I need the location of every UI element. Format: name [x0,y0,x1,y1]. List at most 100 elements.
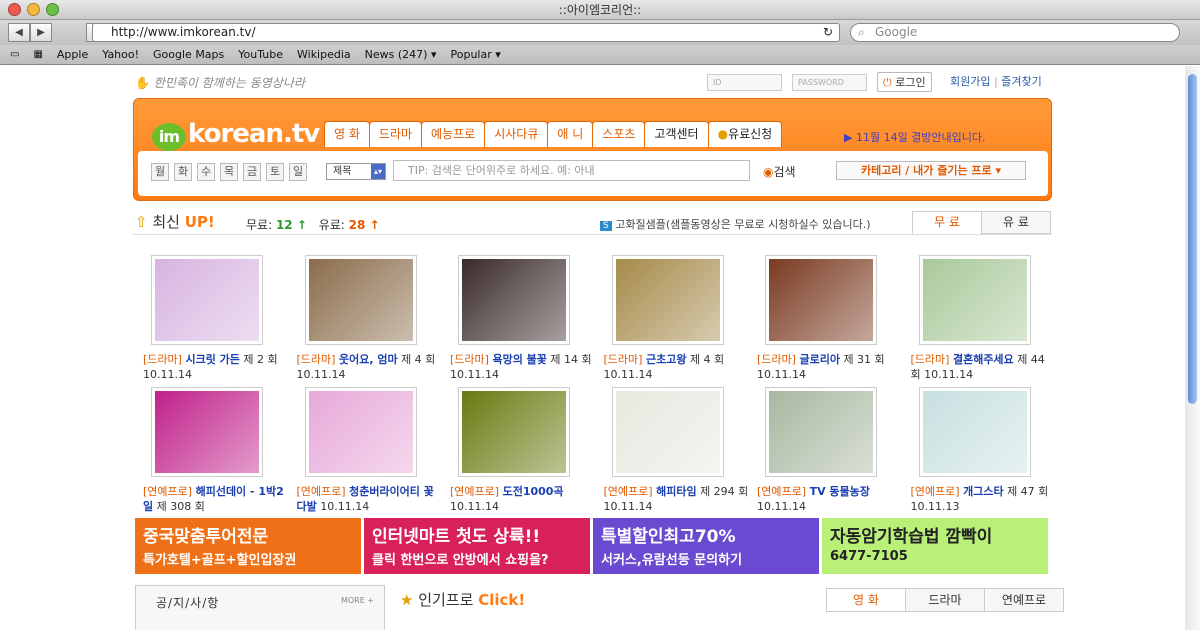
ad-banner[interactable]: 자동암기학습법 깜빡이 6477-7105 [822,518,1048,574]
ad-banner[interactable]: 인터넷마트 첫도 상륙!! 클릭 한번으로 안방에서 쇼핑을? [364,518,590,574]
video-thumbnail[interactable] [765,255,877,345]
video-title[interactable]: 개그스타 [963,485,1003,498]
back-button[interactable]: ◀ [8,23,30,42]
video-thumbnail[interactable] [151,387,263,477]
id-input[interactable]: ID [707,73,782,91]
tab-sports[interactable]: 스포츠 [592,121,646,147]
video-thumbnail[interactable] [458,255,570,345]
top-sites-icon[interactable]: ▦ [33,49,42,60]
video-thumbnail[interactable] [458,387,570,477]
thumbnail-image [769,259,873,341]
tab-anime[interactable]: 애 니 [547,121,594,147]
video-thumbnail[interactable] [151,255,263,345]
web-page: ✋ 한민족이 함께하는 동영상나라 ID PASSWORD ⏻ 로그인 회원가입… [0,66,1185,630]
video-episode: 10.11.14 [757,500,806,513]
login-area: ID PASSWORD ⏻ 로그인 [707,72,932,92]
close-icon[interactable] [8,3,21,16]
day-button[interactable]: 수 [197,163,215,181]
day-button[interactable]: 월 [151,163,169,181]
video-title[interactable]: 글로리아 [799,353,839,366]
video-thumbnail[interactable] [304,387,417,477]
favorites-link[interactable]: 즐겨찾기 [1001,75,1041,88]
join-link[interactable]: 회원가입 [950,75,990,88]
day-button[interactable]: 금 [243,163,261,181]
video-title[interactable]: 웃어요, 엄마 [339,353,398,366]
banner-line1: 인터넷마트 첫도 상륙!! [372,527,541,547]
video-thumbnail[interactable] [611,255,724,345]
vertical-scrollbar[interactable] [1185,66,1200,630]
bookmark-item[interactable]: Popular ▾ [450,48,500,61]
video-item[interactable]: [드라마] 글로리아 제 31 회 10.11.14 [757,255,902,382]
video-thumbnail[interactable] [304,255,417,345]
day-button[interactable]: 목 [220,163,238,181]
bookmark-item[interactable]: Apple [57,48,88,61]
video-item[interactable]: [연예프로] 도전1000곡 10.11.14 [450,387,595,514]
video-item[interactable]: [연예프로] 개그스타 제 47 회 10.11.13 [911,387,1056,514]
video-item[interactable]: [드라마] 시크릿 가든 제 2 회 10.11.14 [143,255,288,382]
video-thumbnail[interactable] [611,387,724,477]
video-item[interactable]: [드라마] 결혼해주세요 제 44 회 10.11.14 [911,255,1056,382]
video-thumbnail[interactable] [918,255,1031,345]
forward-button[interactable]: ▶ [30,23,52,42]
popular-tab-drama[interactable]: 드라마 [905,588,985,612]
search-button[interactable]: ◉검색 [763,163,796,180]
url-field[interactable]: http://www.imkorean.tv/ ↻ [92,23,840,42]
notice-more-link[interactable]: MORE + [341,596,374,605]
reading-list-icon[interactable]: ▭ [10,49,19,60]
window-controls [8,3,59,16]
browser-search-field[interactable]: ⌕ Google [850,23,1180,42]
day-button[interactable]: 일 [289,163,307,181]
thumbnail-image [615,259,720,341]
ad-banner[interactable]: 중국맞춤투어전문 특가호텔+골프+할인입장권 [135,518,361,574]
video-item[interactable]: [드라마] 욕망의 불꽃 제 14 회 10.11.14 [450,255,595,382]
video-item[interactable]: [연예프로] 청춘버라이어티 꽃다발 10.11.14 [297,387,442,514]
login-button[interactable]: ⏻ 로그인 [877,72,932,92]
power-icon: ⏻ [883,76,892,89]
site-logo[interactable]: im korean.tv [152,119,320,151]
video-thumbnail[interactable] [765,387,877,477]
bookmark-item[interactable]: YouTube [238,48,283,61]
tab-paid-list[interactable]: 유 료 [981,211,1051,234]
zoom-icon[interactable] [46,3,59,16]
video-title[interactable]: 근초고왕 [646,353,686,366]
password-input[interactable]: PASSWORD [792,73,867,91]
video-title[interactable]: 시크릿 가든 [185,353,239,366]
day-button[interactable]: 화 [174,163,192,181]
bookmark-item[interactable]: Wikipedia [297,48,351,61]
tab-paid[interactable]: ●유료신청 [707,121,783,147]
video-title[interactable]: TV 동물농장 [810,485,870,498]
video-item[interactable]: [연예프로] 해피타임 제 294 회 10.11.14 [604,387,749,514]
video-item[interactable]: [드라마] 근초고왕 제 4 회 10.11.14 [604,255,749,382]
scrollbar-thumb[interactable] [1188,74,1197,404]
header-notice[interactable]: ▶ 11월 14일 결방안내입니다. [844,129,986,145]
tab-variety[interactable]: 예능프로 [421,121,486,147]
video-thumbnail[interactable] [918,387,1031,477]
bookmark-item[interactable]: News (247) ▾ [365,48,437,61]
tab-drama[interactable]: 드라마 [368,121,423,147]
category-dropdown[interactable]: 카테고리 / 내가 즐기는 프로 ▾ [836,161,1026,180]
bookmark-item[interactable]: Google Maps [153,48,224,61]
hq-sample-note: S 고화질샘플(샘플동영상은 무료로 시청하실수 있습니다.) [600,216,871,232]
tab-docu[interactable]: 시사다큐 [484,121,549,147]
video-title[interactable]: 해피타임 [656,485,696,498]
tab-free[interactable]: 무 료 [912,211,982,234]
ad-banner[interactable]: 특별할인최고70% 서커스,유람선등 문의하기 [593,518,819,574]
reload-icon[interactable]: ↻ [823,24,833,41]
video-item[interactable]: [연예프로] TV 동물농장 10.11.14 [757,387,902,514]
search-type-select[interactable]: 제목 ▴▾ [326,163,386,180]
search-input[interactable]: TIP: 검색은 단어위주로 하세요. 예: 아내 [393,160,750,181]
video-title[interactable]: 결혼해주세요 [953,353,1014,366]
tab-support[interactable]: 고객센터 [644,121,709,147]
video-title[interactable]: 욕망의 불꽃 [492,353,546,366]
bookmark-item[interactable]: Yahoo! [102,48,139,61]
thumbnail-image [462,259,566,341]
video-item[interactable]: [연예프로] 해피선데이 - 1박2일 제 308 회 [143,387,288,514]
video-item[interactable]: [드라마] 웃어요, 엄마 제 4 회 10.11.14 [297,255,442,382]
tab-movie[interactable]: 영 화 [324,121,370,147]
day-button[interactable]: 토 [266,163,284,181]
thumbnail-image [308,391,413,473]
popular-tab-movie[interactable]: 영 화 [826,588,906,612]
minimize-icon[interactable] [27,3,40,16]
video-title[interactable]: 도전1000곡 [503,485,564,498]
popular-tab-variety[interactable]: 연예프로 [984,588,1064,612]
